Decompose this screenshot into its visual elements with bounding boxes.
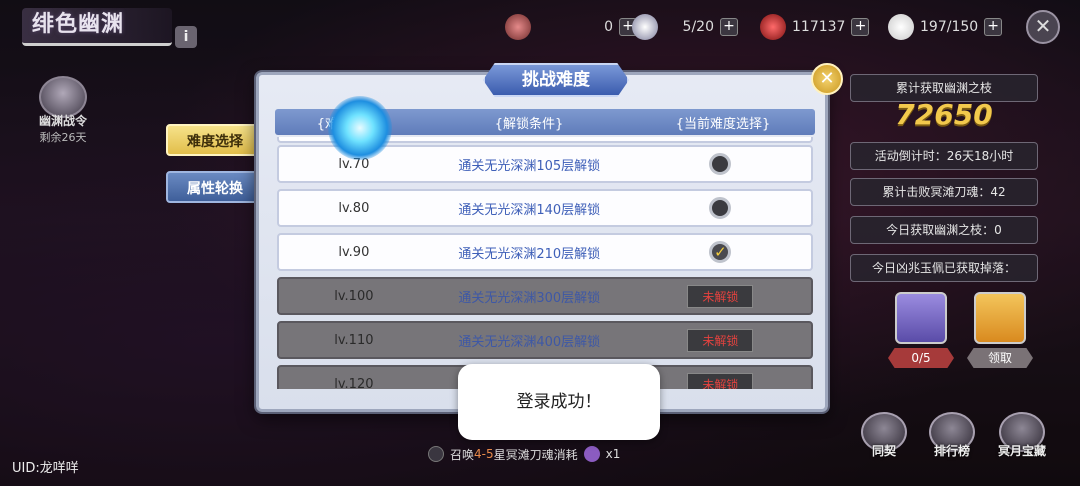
- row-condition: 通关无光深渊140层解锁: [458, 202, 601, 218]
- login-success-toast: 登录成功！: [458, 364, 660, 440]
- add-blade-button[interactable]: +: [851, 18, 870, 36]
- modal-title: 挑战难度: [483, 63, 629, 97]
- total-branch-value: 72650: [895, 98, 993, 131]
- battlepass-remaining: 剩余26天: [39, 131, 87, 144]
- treasure-button[interactable]: 冥月宝藏: [996, 412, 1048, 459]
- resource-blade: 117137 +: [760, 12, 870, 42]
- contract-label: 同契: [871, 444, 896, 458]
- summon-prefix: 召唤: [450, 447, 475, 462]
- eye-orb-icon: [632, 14, 658, 40]
- add-feather-button[interactable]: +: [984, 18, 1003, 36]
- feather-icon: [888, 14, 914, 40]
- resource-gem: 0 +: [505, 12, 637, 42]
- row-selection: [630, 153, 811, 175]
- today-drop: 今日凶兆玉佩已获取掉落：: [850, 254, 1038, 282]
- row-selection: ✓: [630, 241, 811, 263]
- user-id: UID:龙咩咩: [12, 461, 79, 476]
- row-condition: 通关无光深渊300层解锁: [458, 290, 601, 306]
- row-condition: 通关无光深渊400层解锁: [458, 334, 601, 350]
- tab-difficulty[interactable]: 难度选择: [166, 124, 264, 156]
- claim-reward-icon[interactable]: [974, 292, 1026, 344]
- close-page-button[interactable]: ✕: [1026, 10, 1060, 44]
- radio-button[interactable]: [709, 153, 732, 175]
- ranking-button[interactable]: 排行榜: [926, 412, 978, 459]
- table-row: lv.100 通关无光深渊300层解锁 未解锁: [277, 277, 813, 315]
- summon-check-icon[interactable]: [428, 446, 444, 462]
- soul-coin-icon: [583, 446, 600, 462]
- row-level: lv.110: [334, 332, 374, 348]
- add-eye-button[interactable]: +: [720, 18, 738, 36]
- gem-icon: [505, 14, 531, 40]
- radio-button[interactable]: [709, 197, 732, 219]
- resource-feather: 197/150 +: [888, 12, 1003, 42]
- row-level: lv.100: [334, 288, 374, 304]
- summon-star-range: 4-5: [474, 447, 494, 461]
- jade-pendant-reward-icon[interactable]: [895, 292, 947, 344]
- info-button[interactable]: i: [175, 26, 197, 48]
- table-row: lv.110 通关无光深渊400层解锁 未解锁: [277, 321, 813, 359]
- resource-value: 0: [604, 19, 613, 35]
- event-title: 绯色幽渊: [22, 8, 172, 46]
- tab-attribute-rotation[interactable]: 属性轮换: [166, 171, 264, 203]
- row-condition: 通关无光深渊105层解锁: [458, 158, 601, 174]
- row-level: lv.120: [334, 376, 374, 390]
- row-selection: [630, 197, 811, 219]
- reward-progress: 0/5: [888, 348, 954, 368]
- today-branch: 今日获取幽渊之枝：0: [850, 216, 1038, 244]
- resource-eye: 5/20 +: [632, 12, 738, 42]
- row-level: lv.80: [338, 200, 370, 216]
- glowing-orb-icon: [328, 96, 392, 160]
- row-condition: 通关无光深渊210层解锁: [458, 246, 601, 262]
- modal-close-button[interactable]: ✕: [811, 63, 843, 95]
- summon-cost-row: 召唤 4-5 星冥滩刀魂消耗 x1: [428, 442, 640, 466]
- difficulty-list[interactable]: lv.70 通关无光深渊105层解锁 lv.80 通关无光深渊140层解锁 lv…: [275, 137, 815, 389]
- contract-button[interactable]: 同契: [858, 412, 910, 459]
- ranking-label: 排行榜: [933, 444, 970, 458]
- row-level: lv.90: [338, 244, 370, 260]
- row-selection: 未解锁: [630, 284, 811, 308]
- header-selection: {当前难度选择}: [675, 116, 771, 132]
- defeated-count: 累计击败冥滩刀魂：42: [850, 178, 1038, 206]
- header-condition: {解锁条件}: [494, 116, 564, 132]
- locked-badge: 未解锁: [687, 372, 754, 389]
- battlepass-button[interactable]: 幽渊战令 剩余26天: [30, 76, 96, 145]
- table-row[interactable]: lv.90 通关无光深渊210层解锁 ✓: [277, 233, 813, 271]
- resource-value: 5/20: [682, 19, 714, 35]
- red-blade-icon: [760, 14, 786, 40]
- resource-value: 117137: [792, 19, 846, 35]
- summon-suffix: 星冥滩刀魂消耗: [493, 447, 578, 462]
- checkmark-icon[interactable]: ✓: [709, 241, 732, 263]
- locked-badge: 未解锁: [687, 284, 754, 308]
- resource-value: 197/150: [920, 19, 979, 35]
- table-row[interactable]: lv.80 通关无光深渊140层解锁: [277, 189, 813, 227]
- claim-button[interactable]: 领取: [967, 348, 1033, 368]
- summon-cost: x1: [605, 447, 621, 461]
- treasure-label: 冥月宝藏: [997, 444, 1046, 458]
- event-countdown: 活动倒计时：26天18小时: [850, 142, 1038, 170]
- battlepass-name: 幽渊战令: [38, 114, 87, 128]
- locked-badge: 未解锁: [687, 328, 754, 352]
- row-selection: 未解锁: [630, 328, 811, 352]
